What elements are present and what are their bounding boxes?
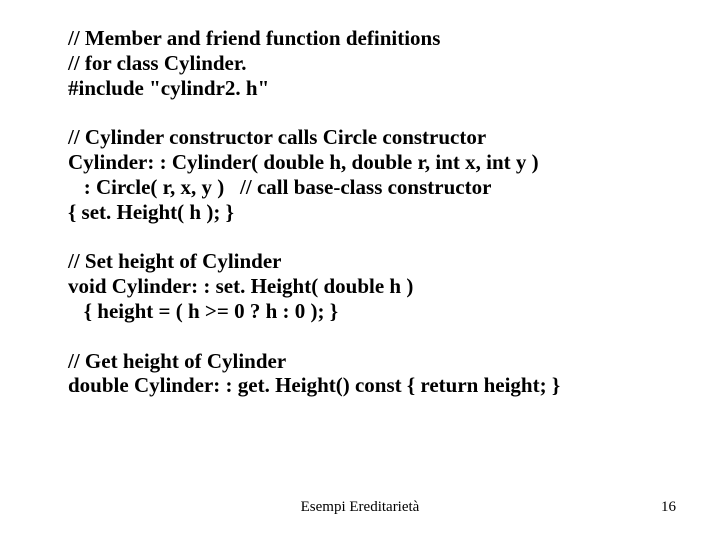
code-line: void Cylinder: : set. Height( double h ) — [68, 274, 680, 299]
blank-line — [68, 324, 680, 349]
code-line: // Set height of Cylinder — [68, 249, 680, 274]
code-line: // Cylinder constructor calls Circle con… — [68, 125, 680, 150]
code-line: : Circle( r, x, y ) // call base-class c… — [68, 175, 680, 200]
footer-title: Esempi Ereditarietà — [0, 499, 720, 516]
blank-line — [68, 224, 680, 249]
blank-line — [68, 100, 680, 125]
code-line: // Get height of Cylinder — [68, 349, 680, 374]
code-line: double Cylinder: : get. Height() const {… — [68, 373, 680, 398]
code-line: { height = ( h >= 0 ? h : 0 ); } — [68, 299, 680, 324]
code-block: // Member and friend function definition… — [68, 26, 680, 398]
code-line: { set. Height( h ); } — [68, 200, 680, 225]
code-line: Cylinder: : Cylinder( double h, double r… — [68, 150, 680, 175]
code-line: // Member and friend function definition… — [68, 26, 680, 51]
code-line: // for class Cylinder. — [68, 51, 680, 76]
page-number: 16 — [661, 499, 676, 516]
slide: // Member and friend function definition… — [0, 0, 720, 540]
code-line: #include "cylindr2. h" — [68, 76, 680, 101]
